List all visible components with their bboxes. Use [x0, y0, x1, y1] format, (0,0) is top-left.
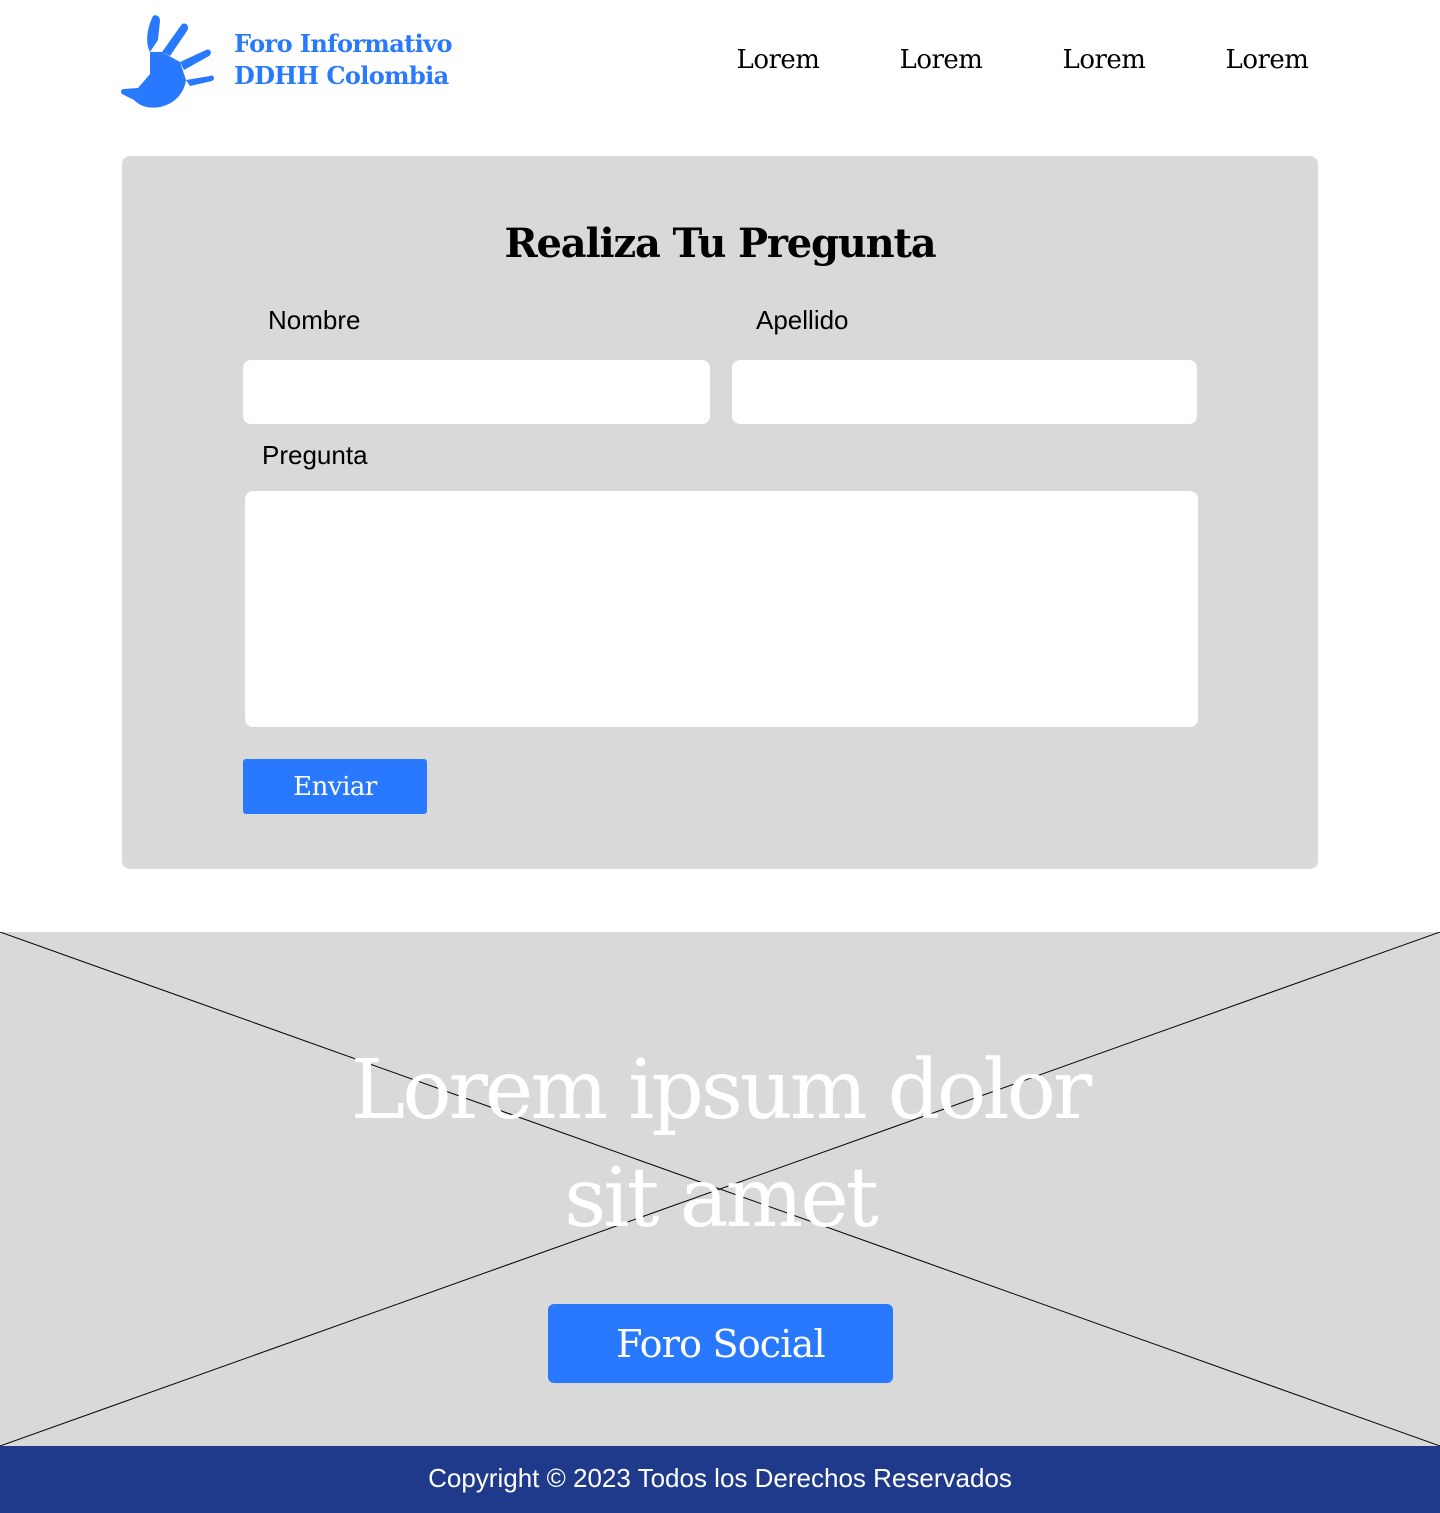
hero-title: Lorem ipsum dolor sit amet — [0, 1037, 1440, 1253]
nombre-input[interactable] — [243, 360, 710, 424]
foro-social-button[interactable]: Foro Social — [548, 1304, 893, 1383]
brand-name: Foro Informativo DDHH Colombia — [234, 28, 453, 92]
nombre-label: Nombre — [268, 305, 361, 335]
pregunta-label: Pregunta — [262, 440, 368, 470]
hand-icon — [120, 15, 214, 108]
pregunta-textarea[interactable] — [245, 491, 1198, 727]
hero-title-line-1: Lorem ipsum dolor — [350, 1043, 1092, 1138]
brand-line-1: Foro Informativo — [234, 29, 453, 58]
apellido-label: Apellido — [756, 305, 849, 335]
nav-item-1[interactable]: Lorem — [737, 42, 820, 78]
apellido-input[interactable] — [732, 360, 1197, 424]
form-title: Realiza Tu Pregunta — [504, 219, 937, 267]
nav-item-3[interactable]: Lorem — [1063, 42, 1146, 78]
hero-title-line-2: sit amet — [564, 1151, 878, 1246]
copyright-text: Copyright © 2023 Todos los Derechos Rese… — [428, 1463, 1012, 1493]
hero-banner: Lorem ipsum dolor sit amet Foro Social — [0, 932, 1440, 1446]
enviar-button[interactable]: Enviar — [243, 759, 427, 814]
nav-item-4[interactable]: Lorem — [1226, 42, 1309, 78]
brand-line-2: DDHH Colombia — [234, 61, 449, 90]
site-footer: Copyright © 2023 Todos los Derechos Rese… — [0, 1446, 1440, 1513]
nav-item-2[interactable]: Lorem — [900, 42, 983, 78]
